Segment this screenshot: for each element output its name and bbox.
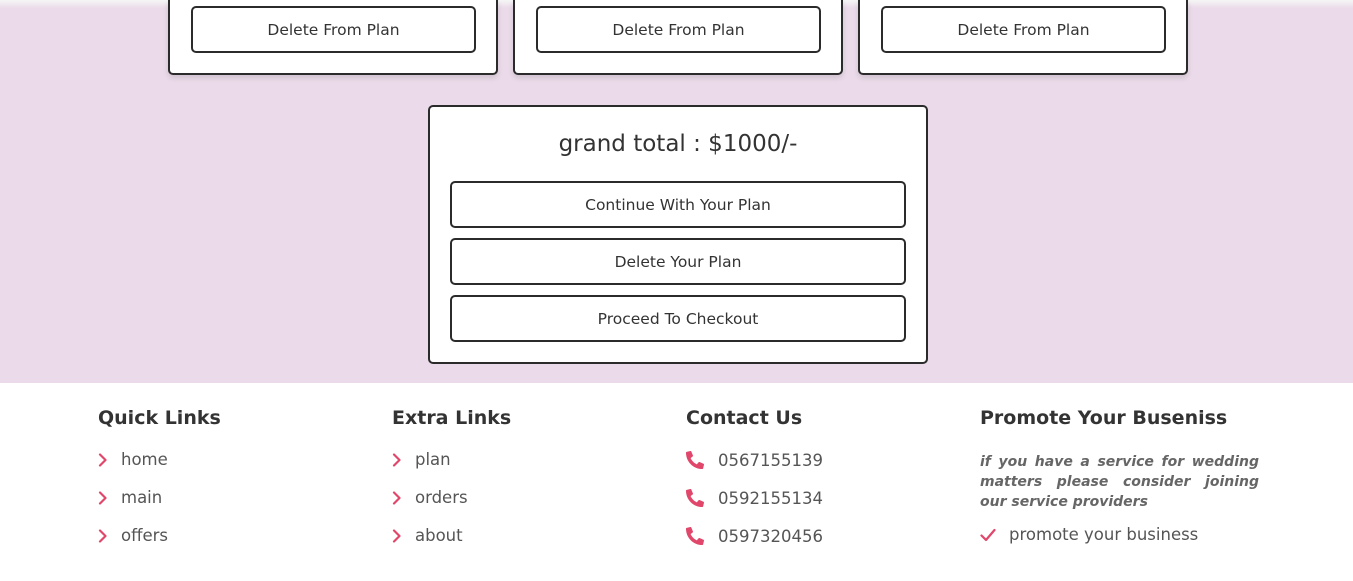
continue-plan-button[interactable]: Continue With Your Plan: [450, 181, 906, 228]
footer-link-main[interactable]: main: [98, 488, 162, 507]
chevron-right-icon: [98, 528, 112, 544]
footer-link-label: orders: [415, 488, 468, 507]
footer-link-orders[interactable]: orders: [392, 488, 468, 507]
phone-icon: [686, 488, 706, 508]
footer-link-offers[interactable]: offers: [98, 526, 168, 545]
contact-phone[interactable]: 0567155139: [686, 450, 823, 470]
footer-column-title: Promote Your Buseniss: [980, 407, 1228, 429]
footer-quick-links: Quick Links home main offers: [98, 403, 221, 545]
chevron-right-icon: [392, 490, 406, 506]
footer-contact: Contact Us 0567155139 0592155134 0597320…: [686, 403, 823, 546]
footer-link-home[interactable]: home: [98, 450, 168, 469]
grand-total-label: grand total : $1000/-: [558, 131, 798, 157]
footer-link-label: offers: [121, 526, 168, 545]
footer-link-label: home: [121, 450, 168, 469]
delete-from-plan-button[interactable]: Delete From Plan: [191, 6, 476, 53]
contact-phone[interactable]: 0597320456: [686, 526, 823, 546]
delete-from-plan-button[interactable]: Delete From Plan: [536, 6, 821, 53]
phone-icon: [686, 526, 706, 546]
plan-section: Delete From Plan Delete From Plan Delete…: [0, 0, 1353, 383]
promote-description: if you have a service for wedding matter…: [980, 454, 1259, 510]
delete-from-plan-button[interactable]: Delete From Plan: [881, 6, 1166, 53]
footer-promote: Promote Your Buseniss if you have a serv…: [980, 403, 1259, 544]
plan-item-card: Delete From Plan: [168, 0, 498, 75]
promote-business-link[interactable]: promote your business: [980, 525, 1198, 544]
check-icon: [980, 527, 998, 543]
footer-link-about[interactable]: about: [392, 526, 463, 545]
footer-column-title: Extra Links: [392, 407, 512, 429]
footer-link-label: main: [121, 488, 163, 507]
footer-link-label: about: [415, 526, 463, 545]
promote-link-label: promote your business: [1009, 525, 1199, 544]
contact-phone[interactable]: 0592155134: [686, 488, 823, 508]
chevron-right-icon: [392, 452, 406, 468]
phone-icon: [686, 450, 706, 470]
plan-item-card: Delete From Plan: [513, 0, 843, 75]
footer-column-title: Contact Us: [686, 407, 803, 429]
plan-item-card: Delete From Plan: [858, 0, 1188, 75]
footer-link-plan[interactable]: plan: [392, 450, 451, 469]
footer-link-label: plan: [415, 450, 451, 469]
chevron-right-icon: [98, 452, 112, 468]
footer-extra-links: Extra Links plan orders about: [392, 403, 512, 545]
footer-column-title: Quick Links: [98, 407, 221, 429]
contact-phone-number: 0592155134: [718, 488, 823, 508]
contact-phone-number: 0597320456: [718, 526, 823, 546]
chevron-right-icon: [98, 490, 112, 506]
delete-plan-button[interactable]: Delete Your Plan: [450, 238, 906, 285]
chevron-right-icon: [392, 528, 406, 544]
grand-total-box: grand total : $1000/- Continue With Your…: [428, 105, 928, 364]
contact-phone-number: 0567155139: [718, 450, 823, 470]
checkout-button[interactable]: Proceed To Checkout: [450, 295, 906, 342]
